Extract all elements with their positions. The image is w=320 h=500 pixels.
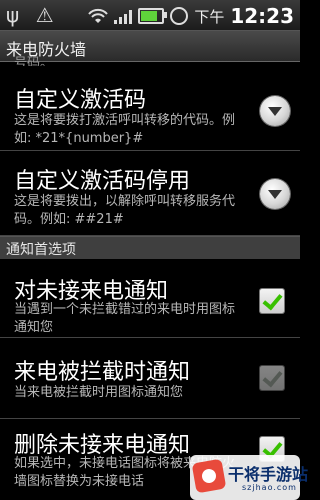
status-ampm: 下午 xyxy=(194,7,225,26)
setting-title: 自定义激活码 xyxy=(14,88,147,113)
status-bar: ψ ⚠ 下午 12:23 xyxy=(0,0,300,31)
notify-summary: 当遇到一个未拦截错过的来电时用图标通知您 xyxy=(14,302,236,335)
section-header-label: 通知首选项 xyxy=(6,242,76,258)
signal-icon xyxy=(114,8,133,24)
warning-icon: ⚠ xyxy=(35,3,54,27)
notify-row-call-blocked[interactable]: 来电被拦截时通知 当来电被拦截时用图标通知您 xyxy=(0,338,300,419)
partial-text: 号码。 xyxy=(14,56,54,66)
setting-summary: 这是将要拨出，以解除呼叫转移服务代码。例如: ##21# xyxy=(14,194,236,227)
wifi-icon xyxy=(88,8,109,24)
dropdown-icon[interactable] xyxy=(260,179,290,209)
setting-row-activation-code[interactable]: 自定义激活码 这是将要拨打激活呼叫转移的代码。例如: *21*{number}# xyxy=(0,70,300,151)
setting-summary: 这是将要拨打激活呼叫转移的代码。例如: *21*{number}# xyxy=(14,113,236,146)
watermark: 干将手游站 szjhao.com xyxy=(190,455,308,500)
notify-title: 来电被拦截时通知 xyxy=(14,360,191,385)
notify-summary: 当来电被拦截时用图标通知您 xyxy=(14,385,184,400)
status-right: 下午 12:23 xyxy=(88,4,294,28)
alarm-icon xyxy=(170,7,189,25)
battery-icon xyxy=(138,8,168,24)
checkbox-icon[interactable] xyxy=(260,366,284,390)
section-header-notifications: 通知首选项 xyxy=(0,236,300,259)
setting-title: 自定义激活码停用 xyxy=(14,169,191,194)
dropdown-icon[interactable] xyxy=(260,96,290,126)
usb-icon: ψ xyxy=(6,3,20,27)
status-time: 12:23 xyxy=(230,4,294,28)
watermark-text: 干将手游站 xyxy=(228,465,309,484)
notify-row-missed-call[interactable]: 对未接来电通知 当遇到一个未拦截错过的来电时用图标通知您 xyxy=(0,259,300,338)
status-left-icons: ψ ⚠ xyxy=(6,3,64,27)
watermark-sub: szjhao.com xyxy=(242,483,297,492)
checkbox-icon[interactable] xyxy=(260,289,284,313)
watermark-logo-icon xyxy=(191,458,227,494)
setting-row-deactivation-code[interactable]: 自定义激活码停用 这是将要拨出，以解除呼叫转移服务代码。例如: ##21# xyxy=(0,151,300,236)
